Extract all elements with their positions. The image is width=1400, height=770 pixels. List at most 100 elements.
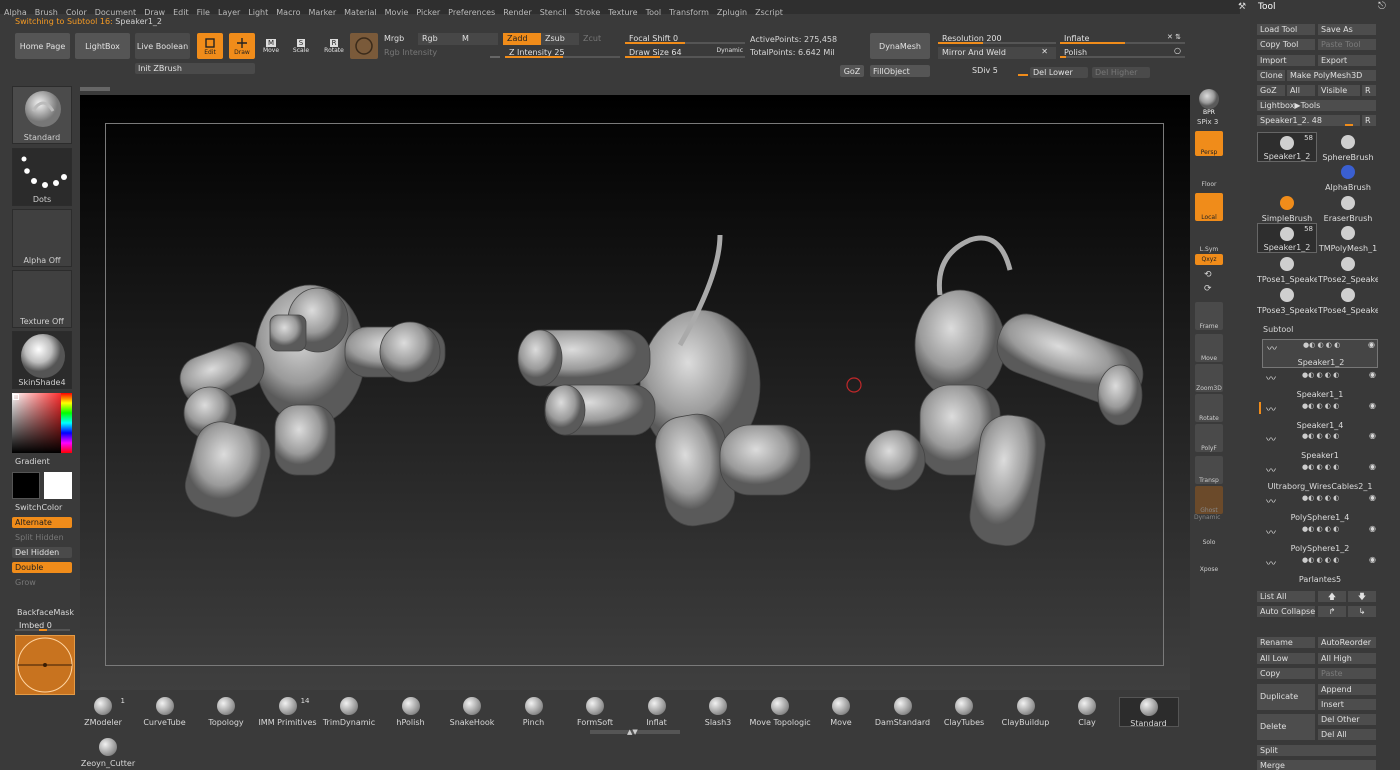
hue-strip[interactable] (61, 393, 72, 453)
subtool-toggles-icon[interactable]: ●◐ ◐ ◐ ◐ (1302, 494, 1339, 502)
floor-button[interactable]: Floor (1195, 160, 1223, 188)
brush-item[interactable]: TrimDynamic (319, 697, 379, 727)
move-view-button[interactable]: Move (1195, 334, 1223, 362)
menu-item[interactable]: Preferences (444, 6, 499, 18)
menu-item[interactable]: Marker (304, 6, 340, 18)
make-polymesh-button[interactable]: Make PolyMesh3D (1287, 70, 1376, 81)
subtool-scroll-indicator[interactable] (1259, 402, 1261, 414)
auto-reorder-button[interactable]: AutoReorder (1318, 637, 1376, 648)
menu-item[interactable]: Material (340, 6, 381, 18)
brush-item[interactable]: Pinch (504, 697, 564, 727)
transp-button[interactable]: Transp (1195, 456, 1223, 484)
live-boolean-button[interactable]: Live Boolean (135, 33, 190, 59)
subtool-toggles-icon[interactable]: ●◐ ◐ ◐ ◐ (1302, 432, 1339, 440)
gradient-label[interactable]: Gradient (15, 457, 50, 466)
split-hidden-button[interactable]: Split Hidden (15, 533, 64, 542)
alternate-button[interactable]: Alternate (12, 517, 72, 528)
polish-slider[interactable]: Polish ○ (1060, 47, 1185, 59)
rename-button[interactable]: Rename (1257, 637, 1315, 648)
m-button[interactable]: M (458, 33, 498, 45)
tool-thumbnail[interactable]: TPose1_Speaker (1257, 254, 1317, 284)
merge-button[interactable]: Merge (1257, 760, 1376, 770)
subtool-toggles-icon[interactable]: ●◐ ◐ ◐ ◐ (1302, 371, 1339, 379)
copy-subtool-button[interactable]: Copy (1257, 668, 1315, 679)
save-as-button[interactable]: Save As (1318, 24, 1376, 35)
speaker-robot-models[interactable] (80, 95, 1190, 690)
spix-slider[interactable]: SPix 3 (1197, 118, 1218, 126)
zoom3d-button[interactable]: Zoom3D (1195, 364, 1223, 392)
eye-icon[interactable]: ◉ (1369, 462, 1376, 471)
eye-icon[interactable]: ◉ (1369, 401, 1376, 410)
brush-item[interactable]: FormSoft (565, 697, 625, 727)
tool-thumbnail[interactable]: AlphaBrush (1318, 162, 1378, 192)
brush-item[interactable]: ZModeler 1 (73, 697, 133, 727)
brush-selector[interactable]: Standard (12, 86, 72, 144)
document-canvas[interactable] (80, 87, 1190, 690)
brush-item[interactable]: Topology (196, 697, 256, 727)
menu-item[interactable]: Texture (604, 6, 641, 18)
draw-size-slider[interactable]: Draw Size 64 Dynamic (625, 47, 745, 59)
init-zbrush-button[interactable]: Init ZBrush (135, 63, 255, 74)
brush-item[interactable]: Move (811, 697, 871, 727)
move-button[interactable]: M Move (260, 33, 282, 59)
goz-tool-button[interactable]: GoZ (1257, 85, 1285, 96)
del-other-button[interactable]: Del Other (1318, 714, 1376, 725)
eye-icon[interactable]: ◉ (1369, 524, 1376, 533)
double-button[interactable]: Double (12, 562, 72, 573)
subtool-row[interactable]: 〰 ●◐ ◐ ◐ ◐ ◉ PolySphere1_2 (1262, 524, 1378, 553)
subtool-toggles-icon[interactable]: ●◐ ◐ ◐ ◐ (1302, 556, 1339, 564)
rotate-button[interactable]: R Rotate (322, 33, 346, 59)
tool-thumbnail[interactable]: SimpleBrush (1257, 193, 1317, 223)
stroke-selector[interactable]: Dots (12, 148, 72, 206)
tool-thumbnail[interactable]: TPose4_Speaker (1318, 285, 1378, 315)
move-up-icon[interactable]: 🡅 (1318, 591, 1346, 602)
eye-icon[interactable]: ◉ (1368, 340, 1375, 349)
menu-item[interactable]: Picker (412, 6, 444, 18)
eye-icon[interactable]: ◉ (1369, 493, 1376, 502)
subtool-title[interactable]: Subtool (1263, 325, 1293, 334)
load-tool-button[interactable]: Load Tool (1257, 24, 1315, 35)
brush-item[interactable]: Inflat (627, 697, 687, 727)
rgb-button[interactable]: Rgb (418, 33, 458, 45)
draw-button[interactable]: Draw (229, 33, 255, 59)
export-button[interactable]: Export (1318, 55, 1376, 66)
fillobject-button[interactable]: FillObject (870, 65, 930, 77)
solo-button[interactable]: Solo (1195, 518, 1223, 546)
lightbox-dial[interactable] (15, 635, 75, 695)
append-button[interactable]: Append (1318, 684, 1376, 695)
list-all-button[interactable]: List All (1257, 591, 1315, 602)
menu-item[interactable]: Stroke (571, 6, 605, 18)
mirror-weld-button[interactable]: Mirror And Weld ✕ (938, 47, 1056, 59)
visible-button[interactable]: Visible (1318, 85, 1360, 96)
menu-item[interactable]: Movie (381, 6, 413, 18)
brush-item[interactable]: ClayBuildup (996, 697, 1056, 727)
del-lower-button[interactable]: Del Lower (1030, 67, 1088, 78)
ghost-button[interactable]: Ghost (1195, 486, 1223, 514)
eye-icon[interactable]: ◉ (1369, 431, 1376, 440)
import-button[interactable]: Import (1257, 55, 1315, 66)
lsym-button[interactable]: L.Sym (1195, 225, 1223, 253)
lightbox-tools-button[interactable]: Lightbox▶Tools (1257, 100, 1376, 111)
subtool-toggles-icon[interactable]: ●◐ ◐ ◐ ◐ (1302, 402, 1339, 410)
subtool-row[interactable]: 〰 ●◐ ◐ ◐ ◐ ◉ Speaker1_4 (1262, 401, 1378, 430)
brush-item[interactable]: ClayTubes (934, 697, 994, 727)
switch-color-button[interactable]: SwitchColor (15, 503, 62, 512)
persp-button[interactable]: Persp (1195, 131, 1223, 156)
dynamic-label[interactable]: Dynamic (717, 47, 743, 54)
brush-item[interactable]: Slash3 (688, 697, 748, 727)
subtool-toggles-icon[interactable]: ●◐ ◐ ◐ ◐ (1303, 341, 1340, 349)
duplicate-button[interactable]: Duplicate (1257, 684, 1315, 710)
menu-item[interactable]: Zscript (751, 6, 787, 18)
brush-item[interactable]: DamStandard (873, 697, 933, 727)
tool-thumbnail[interactable]: EraserBrush (1318, 193, 1378, 223)
eye-icon[interactable]: ◉ (1369, 370, 1376, 379)
insert-button[interactable]: Insert (1318, 699, 1376, 710)
subtool-row[interactable]: 〰 ●◐ ◐ ◐ ◐ ◉ Speaker1_2 (1262, 339, 1378, 368)
resolution-slider[interactable]: Resolution 200 (938, 33, 1056, 45)
secondary-color-swatch[interactable] (44, 472, 72, 499)
menu-item[interactable]: Render (499, 6, 535, 18)
mrgb-button[interactable]: Mrgb (380, 33, 416, 45)
focal-shift-slider[interactable]: Focal Shift 0 (625, 33, 745, 45)
rotate-y-icon[interactable]: ⟲ (1204, 270, 1212, 280)
del-higher-button[interactable]: Del Higher (1092, 67, 1150, 78)
